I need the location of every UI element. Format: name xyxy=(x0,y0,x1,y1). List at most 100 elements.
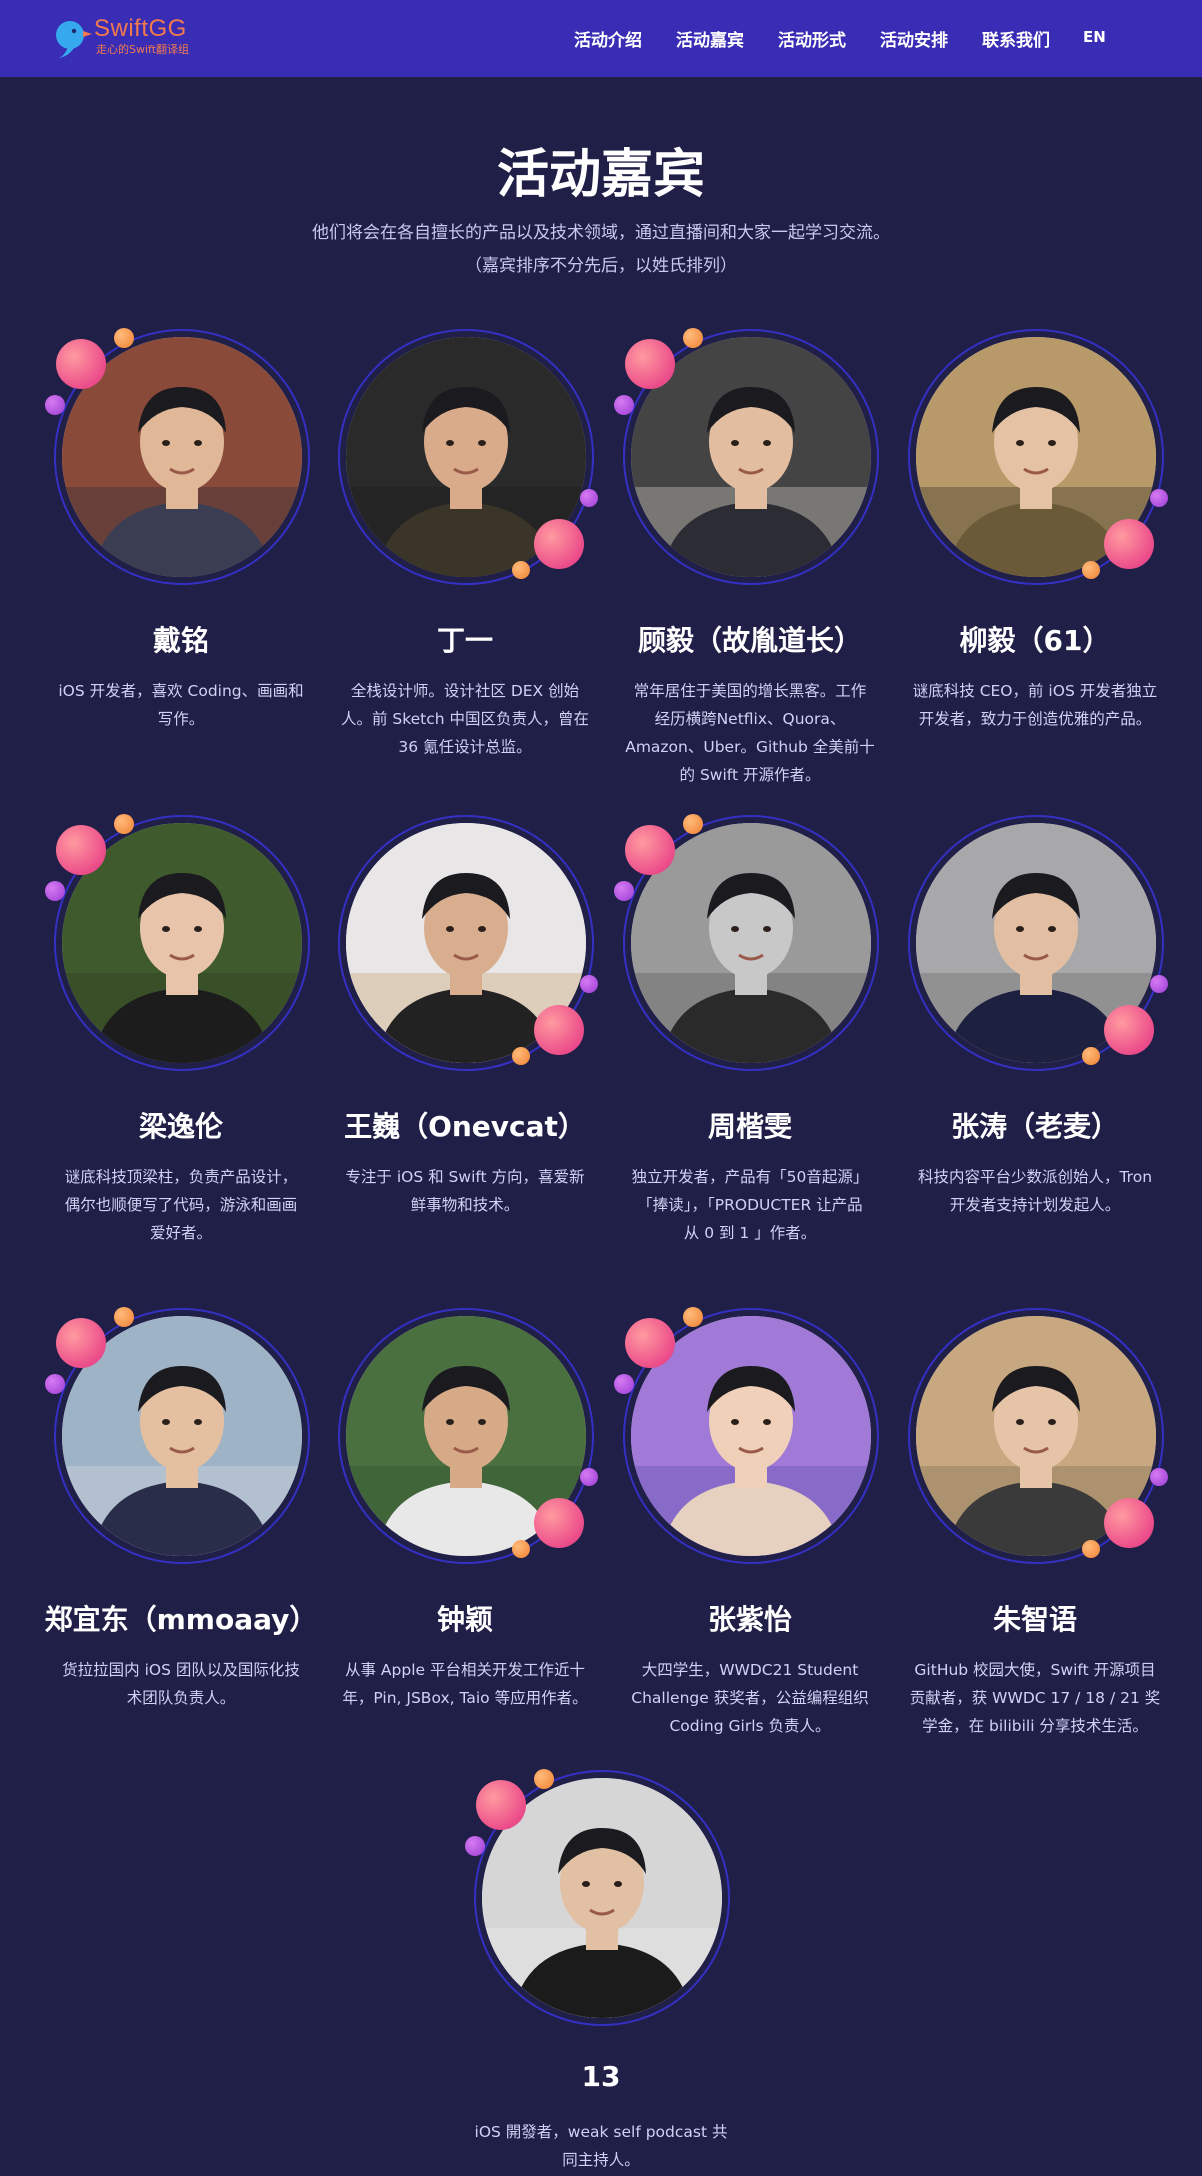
speaker-card: 朱智语 GitHub 校园大使，Swift 开源项目 贡献者，获 WWDC 17 … xyxy=(900,1304,1170,1774)
decorative-bubble xyxy=(534,1498,584,1548)
speaker-card: 钟颖 从事 Apple 平台相关开发工作近十 年，Pin, JSBox, Taio… xyxy=(330,1304,600,1774)
speaker-card: 郑宜东（mmoaay） 货拉拉国内 iOS 团队以及国际化技 术团队负责人。 xyxy=(45,1304,317,1774)
speaker-bio-line: 写作。 xyxy=(157,710,205,728)
decorative-bubble xyxy=(580,489,598,507)
speaker-bio-line: 从事 Apple 平台相关开发工作近十 xyxy=(345,1661,585,1679)
section-note: （嘉宾排序不分先后，以姓氏排列） xyxy=(465,256,737,276)
nav-guests[interactable]: 活动嘉宾 xyxy=(676,26,744,51)
speaker-avatar xyxy=(45,325,316,595)
speaker-name: 钟颖 xyxy=(436,1603,493,1636)
speaker-bio-line: 同主持人。 xyxy=(562,2151,640,2169)
decorative-bubble xyxy=(580,1468,598,1486)
speaker-card: 丁一 全栈设计师。设计社区 DEX 创始 人。前 Sketch 中国区负责人，曾在… xyxy=(330,325,600,795)
speaker-name: 顾毅（故胤道长） xyxy=(637,624,862,657)
speaker-card: 13 iOS 開發者，weak self podcast 共同主持人。 xyxy=(465,1766,736,2176)
speaker-bio-line: Coding Girls 负责人。 xyxy=(669,1717,831,1735)
speaker-bio: 科技内容平台少数派创始人，Tron 开发者支持计划发起人。 xyxy=(900,1163,1170,1219)
speaker-bio-line: 经历横跨Netflix、Quora、 xyxy=(654,710,846,728)
decorative-bubble xyxy=(614,395,634,415)
speaker-avatar xyxy=(614,811,885,1081)
speaker-card: 梁逸伦 谜底科技顶梁柱，负责产品设计， 偶尔也顺便写了代码，游泳和画画 爱好者。 xyxy=(45,811,316,1281)
speaker-avatar xyxy=(614,1304,885,1574)
decorative-bubble xyxy=(534,1769,554,1789)
speaker-avatar xyxy=(45,811,316,1081)
speaker-bio-line: iOS 開發者，weak self podcast 共 xyxy=(474,2123,728,2141)
decorative-bubble xyxy=(56,825,106,875)
speaker-bio: iOS 开发者，喜欢 Coding、画画和 写作。 xyxy=(46,677,316,733)
decorative-bubble xyxy=(114,1307,134,1327)
speaker-avatar xyxy=(900,811,1170,1081)
speaker-bio-line: Challenge 获奖者，公益编程组织 xyxy=(631,1689,869,1707)
decorative-bubble xyxy=(625,825,675,875)
speaker-avatar xyxy=(330,325,600,595)
speaker-name: 13 xyxy=(581,2060,621,2093)
speaker-bio: 谜底科技 CEO，前 iOS 开发者独立 开发者，致力于创造优雅的产品。 xyxy=(900,677,1170,733)
decorative-bubble xyxy=(45,395,65,415)
speaker-card: 王巍（Onevcat） 专注于 iOS 和 Swift 方向，喜爱新 鲜事物和技术… xyxy=(330,811,600,1281)
speaker-bio-line: 鲜事物和技术。 xyxy=(410,1196,520,1214)
speaker-bio-line: GitHub 校园大使，Swift 开源项目 xyxy=(914,1661,1156,1679)
decorative-bubble xyxy=(476,1780,526,1830)
decorative-bubble xyxy=(45,881,65,901)
decorative-bubble xyxy=(534,1005,584,1055)
decorative-bubble xyxy=(534,519,584,569)
speaker-bio-line: 货拉拉国内 iOS 团队以及国际化技 xyxy=(62,1661,300,1679)
speaker-name: 王巍（Onevcat） xyxy=(344,1110,586,1143)
nav-schedule[interactable]: 活动安排 xyxy=(880,26,948,51)
decorative-bubble xyxy=(1104,1005,1154,1055)
nav-format[interactable]: 活动形式 xyxy=(778,26,846,51)
speaker-bio-line: 谜底科技 CEO，前 iOS 开发者独立 xyxy=(912,682,1158,700)
language-switch[interactable]: EN xyxy=(1083,28,1106,46)
speaker-card: 张紫怡 大四学生，WWDC21 Student Challenge 获奖者，公益编… xyxy=(614,1304,885,1774)
decorative-bubble xyxy=(56,339,106,389)
decorative-bubble xyxy=(625,339,675,389)
speaker-bio-line: 谜底科技顶梁柱，负责产品设计， xyxy=(64,1168,298,1186)
speaker-card: 戴铭 iOS 开发者，喜欢 Coding、画画和 写作。 xyxy=(45,325,316,795)
nav-intro[interactable]: 活动介绍 xyxy=(574,26,642,51)
speaker-bio-line: Amazon、Uber。Github 全美前十 xyxy=(625,738,875,756)
speaker-bio-line: iOS 开发者，喜欢 Coding、画画和 xyxy=(58,682,304,700)
speaker-avatar xyxy=(45,1304,316,1574)
speaker-bio: 谜底科技顶梁柱，负责产品设计， 偶尔也顺便写了代码，游泳和画画 爱好者。 xyxy=(46,1163,316,1247)
speaker-bio-line: 从 0 到 1 」作者。 xyxy=(683,1224,817,1242)
speaker-bio-line: 的 Swift 开源作者。 xyxy=(679,766,821,784)
speaker-bio-line: 科技内容平台少数派创始人，Tron xyxy=(917,1168,1153,1186)
speaker-bio: 全栈设计师。设计社区 DEX 创始 人。前 Sketch 中国区负责人，曾在 36 … xyxy=(330,677,600,761)
speaker-bio-line: 全栈设计师。设计社区 DEX 创始 xyxy=(350,682,580,700)
speaker-bio-line: 开发者，致力于创造优雅的产品。 xyxy=(918,710,1152,728)
decorative-bubble xyxy=(114,814,134,834)
speaker-bio-line: 学金，在 bilibili 分享技术生活。 xyxy=(922,1717,1148,1735)
speaker-bio: 专注于 iOS 和 Swift 方向，喜爱新 鲜事物和技术。 xyxy=(330,1163,600,1219)
decorative-bubble xyxy=(1082,1047,1100,1065)
speaker-name: 梁逸伦 xyxy=(138,1110,223,1143)
speaker-name: 张紫怡 xyxy=(707,1603,792,1636)
speaker-avatar xyxy=(330,1304,600,1574)
speaker-bio-line: 36 氪任设计总监。 xyxy=(398,738,532,756)
decorative-bubble xyxy=(1104,1498,1154,1548)
decorative-bubble xyxy=(1082,1540,1100,1558)
decorative-bubble xyxy=(512,1047,530,1065)
speaker-name: 郑宜东（mmoaay） xyxy=(44,1603,318,1636)
speaker-bio: 独立开发者，产品有「50音起源」 「捧读」，「PRODUCTER 让产品从 0 到… xyxy=(615,1163,885,1247)
speaker-bio: 货拉拉国内 iOS 团队以及国际化技 术团队负责人。 xyxy=(46,1656,316,1712)
speaker-bio: iOS 開發者，weak self podcast 共同主持人。 xyxy=(466,2118,736,2174)
decorative-bubble xyxy=(56,1318,106,1368)
nav-contact[interactable]: 联系我们 xyxy=(982,26,1050,51)
speaker-bio-line: 「捧读」，「PRODUCTER 让产品 xyxy=(637,1196,863,1214)
decorative-bubble xyxy=(1082,561,1100,579)
speaker-bio-line: 开发者支持计划发起人。 xyxy=(949,1196,1121,1214)
speaker-bio-line: 爱好者。 xyxy=(149,1224,212,1242)
decorative-bubble xyxy=(683,814,703,834)
speaker-bio: 大四学生，WWDC21 Student Challenge 获奖者，公益编程组织 C… xyxy=(615,1656,885,1740)
speaker-card: 周楷雯 独立开发者，产品有「50音起源」 「捧读」，「PRODUCTER 让产品从… xyxy=(614,811,885,1281)
speaker-bio-line: 年，Pin, JSBox, Taio 等应用作者。 xyxy=(342,1689,588,1707)
decorative-bubble xyxy=(683,1307,703,1327)
speaker-avatar xyxy=(614,325,885,595)
speaker-bio-line: 常年居住于美国的增长黑客。工作 xyxy=(633,682,867,700)
speaker-bio: 常年居住于美国的增长黑客。工作 经历横跨Netflix、Quora、 Amazon、… xyxy=(615,677,885,789)
speaker-bio-line: 大四学生，WWDC21 Student xyxy=(641,1661,859,1679)
speaker-name: 柳毅（61） xyxy=(959,624,1111,657)
decorative-bubble xyxy=(1150,489,1168,507)
speaker-name: 朱智语 xyxy=(992,1603,1077,1636)
section-title: 活动嘉宾 xyxy=(496,145,705,205)
